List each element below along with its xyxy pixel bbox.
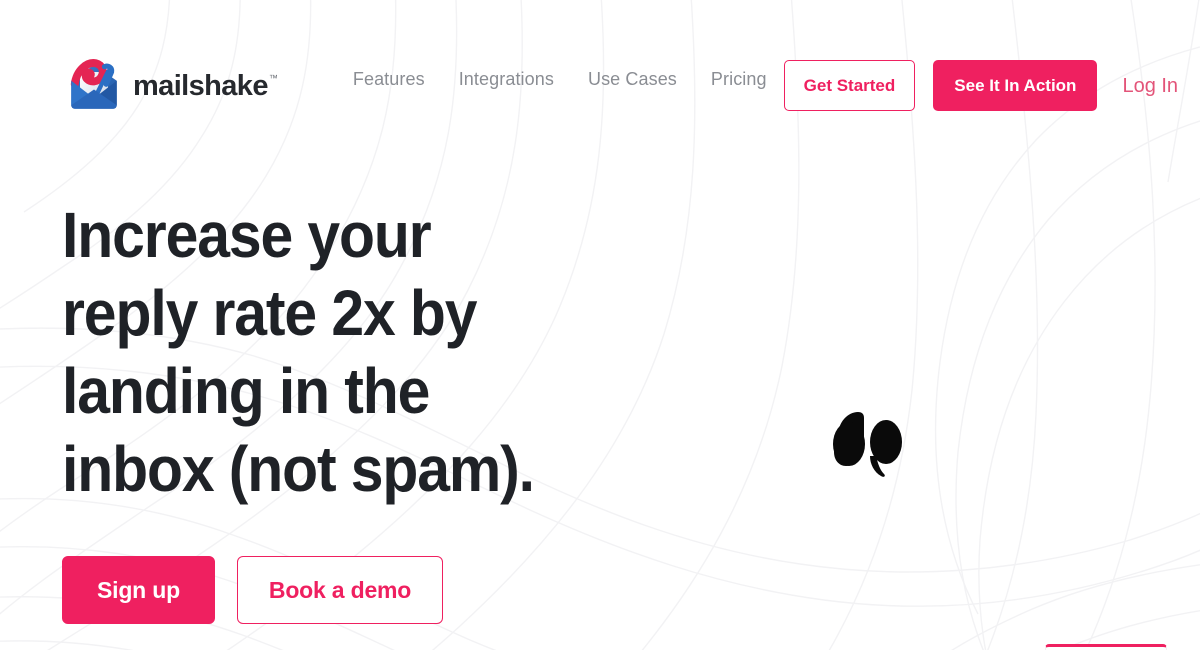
brand-wordmark: mailshake ™ <box>133 69 278 102</box>
hero-cta-group: Sign up Book a demo <box>62 556 622 625</box>
main-navigation: Features Integrations Use Cases Pricing <box>336 70 784 88</box>
nav-link-pricing[interactable]: Pricing <box>694 70 784 88</box>
nav-link-integrations[interactable]: Integrations <box>442 70 571 88</box>
see-it-in-action-button[interactable]: See It In Action <box>933 60 1098 111</box>
site-header: mailshake ™ Features Integrations Use Ca… <box>0 0 1200 150</box>
nav-link-use-cases[interactable]: Use Cases <box>571 70 694 88</box>
signup-button[interactable]: Sign up <box>62 556 215 625</box>
peeking-card-edge <box>1045 644 1167 650</box>
quote-open-icon <box>833 412 902 477</box>
hero-section: Increase your reply rate 2x by landing i… <box>62 196 622 625</box>
brand-trademark: ™ <box>268 72 278 83</box>
brand-logo-link[interactable]: mailshake ™ <box>66 58 278 114</box>
envelope-check-logo-icon <box>70 59 117 109</box>
header-actions: Get Started See It In Action Log In <box>783 60 1178 111</box>
brand-name: mailshake <box>133 69 268 102</box>
login-link[interactable]: Log In <box>1122 76 1178 96</box>
hero-headline: Increase your reply rate 2x by landing i… <box>62 199 535 506</box>
nav-link-features[interactable]: Features <box>336 70 442 88</box>
book-a-demo-button[interactable]: Book a demo <box>236 556 444 625</box>
get-started-button[interactable]: Get Started <box>783 60 916 111</box>
landing-page: mailshake ™ Features Integrations Use Ca… <box>0 0 1200 650</box>
